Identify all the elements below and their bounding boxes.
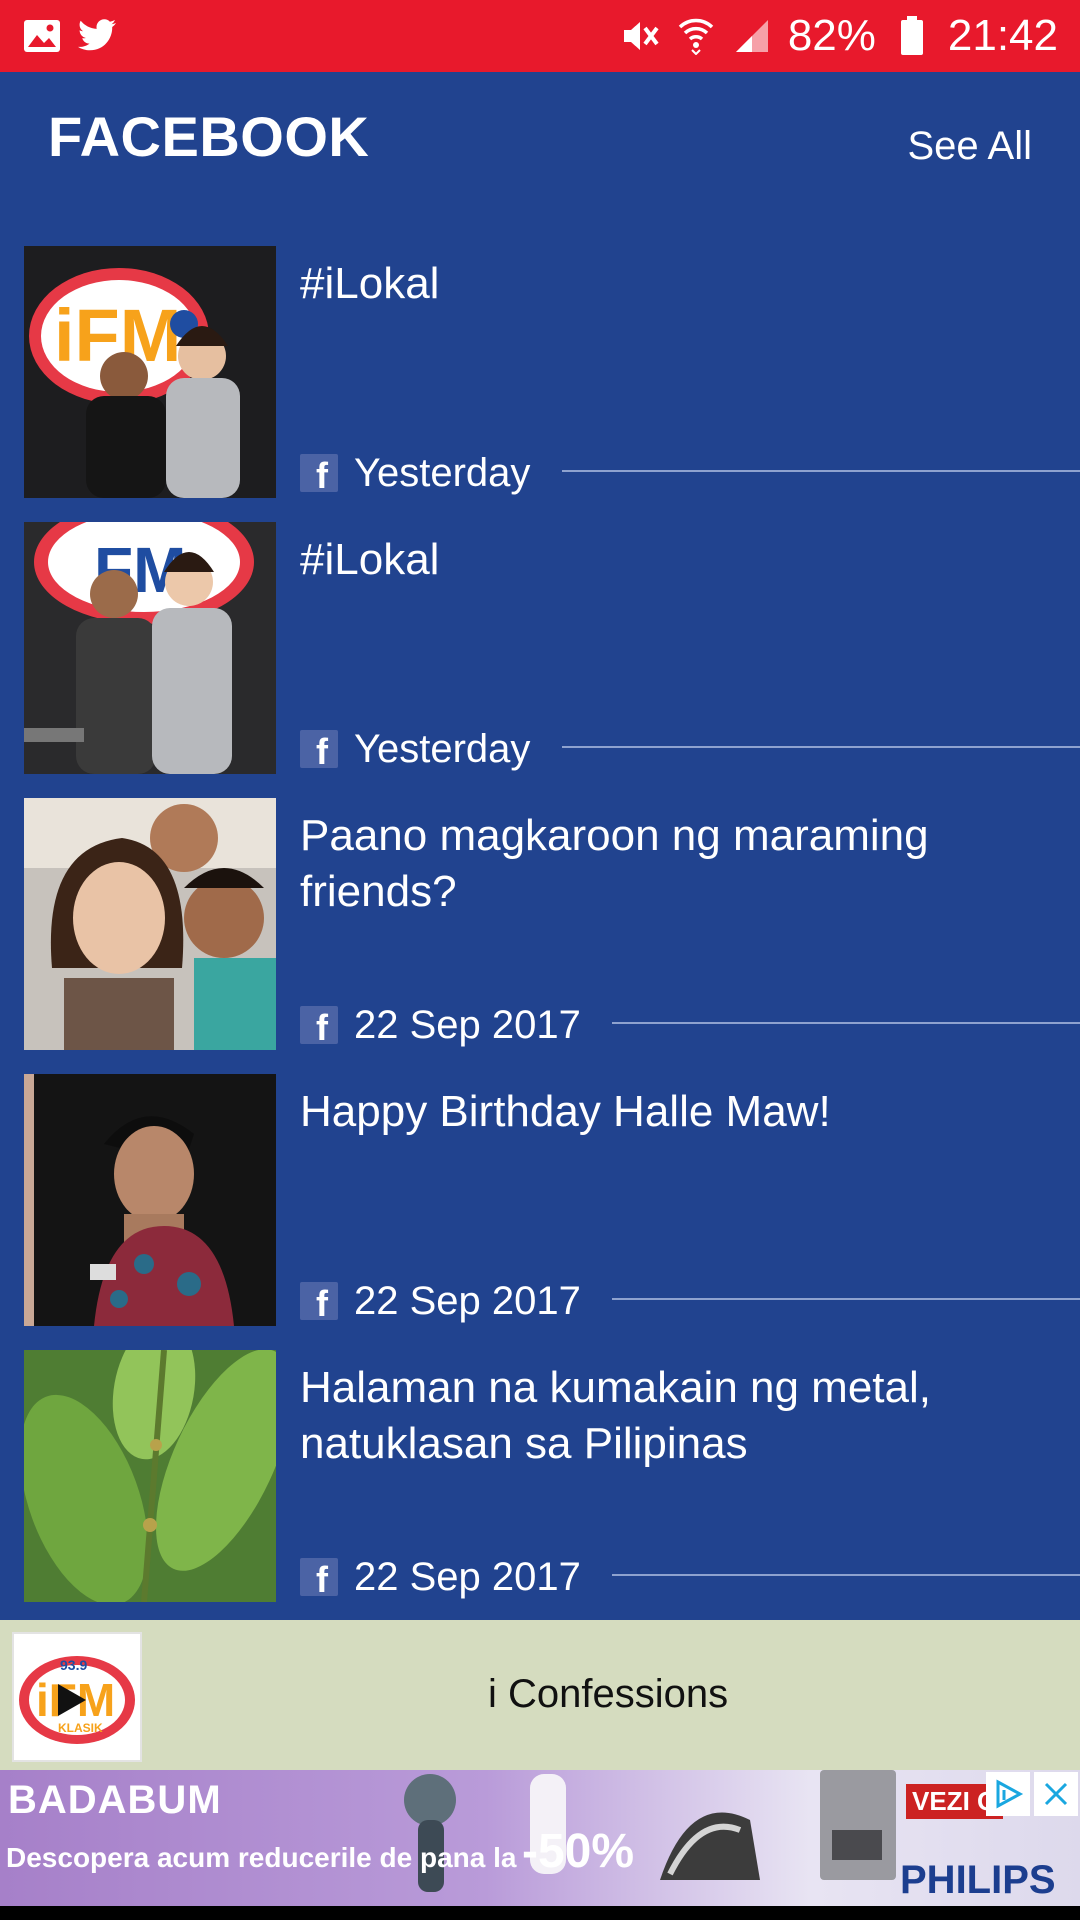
post-thumbnail xyxy=(24,1350,276,1602)
feed-item[interactable]: Halaman na kumakain ng metal, natuklasan… xyxy=(0,1350,1080,1618)
divider xyxy=(612,1574,1080,1576)
feed-item[interactable]: FM #iLokal f Yesterday xyxy=(0,522,1080,798)
post-meta: f Yesterday xyxy=(300,726,530,772)
facebook-icon: f xyxy=(300,1006,338,1044)
status-bar: 82% 21:42 xyxy=(0,0,1080,72)
post-meta: f 22 Sep 2017 xyxy=(300,1278,581,1324)
navigation-bar xyxy=(0,1906,1080,1920)
see-all-button[interactable]: See All xyxy=(907,124,1032,169)
station-logo[interactable]: 93.9 iFM KLASIK xyxy=(12,1632,142,1762)
divider xyxy=(562,746,1080,748)
post-thumbnail xyxy=(24,1074,276,1326)
mini-player[interactable]: 93.9 iFM KLASIK i Confessions xyxy=(0,1620,1080,1770)
logo-sub: KLASIK xyxy=(58,1721,103,1735)
twitter-icon xyxy=(78,16,118,56)
ad-tagline: Descopera acum reducerile de pana la xyxy=(6,1842,517,1873)
post-meta: f 22 Sep 2017 xyxy=(300,1554,581,1600)
post-meta: f 22 Sep 2017 xyxy=(300,1002,581,1048)
image-icon xyxy=(22,16,62,56)
post-meta: f Yesterday xyxy=(300,450,530,496)
post-thumbnail xyxy=(24,798,276,1050)
section-title: FACEBOOK xyxy=(48,105,370,168)
post-title: #iLokal xyxy=(300,259,440,308)
wifi-icon xyxy=(676,16,716,56)
close-icon[interactable] xyxy=(1034,1772,1078,1816)
post-title: Halaman na kumakain ng metal, natuklasan… xyxy=(300,1363,931,1468)
divider xyxy=(612,1022,1080,1024)
post-date: Yesterday xyxy=(354,726,531,771)
ad-banner[interactable]: BADABUM Descopera acum reducerile de pan… xyxy=(0,1770,1080,1906)
post-title: #iLokal xyxy=(300,535,440,584)
ad-brand: BADABUM xyxy=(8,1778,222,1822)
now-playing-title: i Confessions xyxy=(488,1672,729,1716)
feed-item[interactable]: Paano magkaroon ng maraming friends? f 2… xyxy=(0,798,1080,1074)
battery-percent: 82% xyxy=(787,11,876,60)
post-thumbnail: iFM xyxy=(24,246,276,498)
post-title: Happy Birthday Halle Maw! xyxy=(300,1087,831,1136)
facebook-icon: f xyxy=(300,454,338,492)
facebook-feed-list: iFM #iLokal f Yesterday FM #iLokal f Yes… xyxy=(0,246,1080,1618)
post-title: Paano magkaroon ng maraming friends? xyxy=(300,811,929,916)
post-thumbnail: FM xyxy=(24,522,276,774)
adchoices-icon[interactable] xyxy=(986,1772,1030,1816)
post-date: 22 Sep 2017 xyxy=(354,1554,581,1599)
ad-sponsor: PHILIPS xyxy=(900,1858,1056,1902)
feed-item[interactable]: Happy Birthday Halle Maw! f 22 Sep 2017 xyxy=(0,1074,1080,1350)
section-header: FACEBOOK See All xyxy=(0,72,1080,232)
logo-frequency: 93.9 xyxy=(60,1657,87,1673)
feed-item[interactable]: iFM #iLokal f Yesterday xyxy=(0,246,1080,522)
post-date: 22 Sep 2017 xyxy=(354,1002,581,1047)
mute-icon xyxy=(620,16,660,56)
divider xyxy=(612,1298,1080,1300)
post-date: Yesterday xyxy=(354,450,531,495)
divider xyxy=(562,470,1080,472)
signal-icon xyxy=(732,16,772,56)
facebook-icon: f xyxy=(300,730,338,768)
battery-icon xyxy=(892,16,932,56)
clock: 21:42 xyxy=(947,11,1058,60)
facebook-icon: f xyxy=(300,1558,338,1596)
facebook-icon: f xyxy=(300,1282,338,1320)
post-date: 22 Sep 2017 xyxy=(354,1278,581,1323)
ad-discount: -50% xyxy=(522,1825,635,1878)
